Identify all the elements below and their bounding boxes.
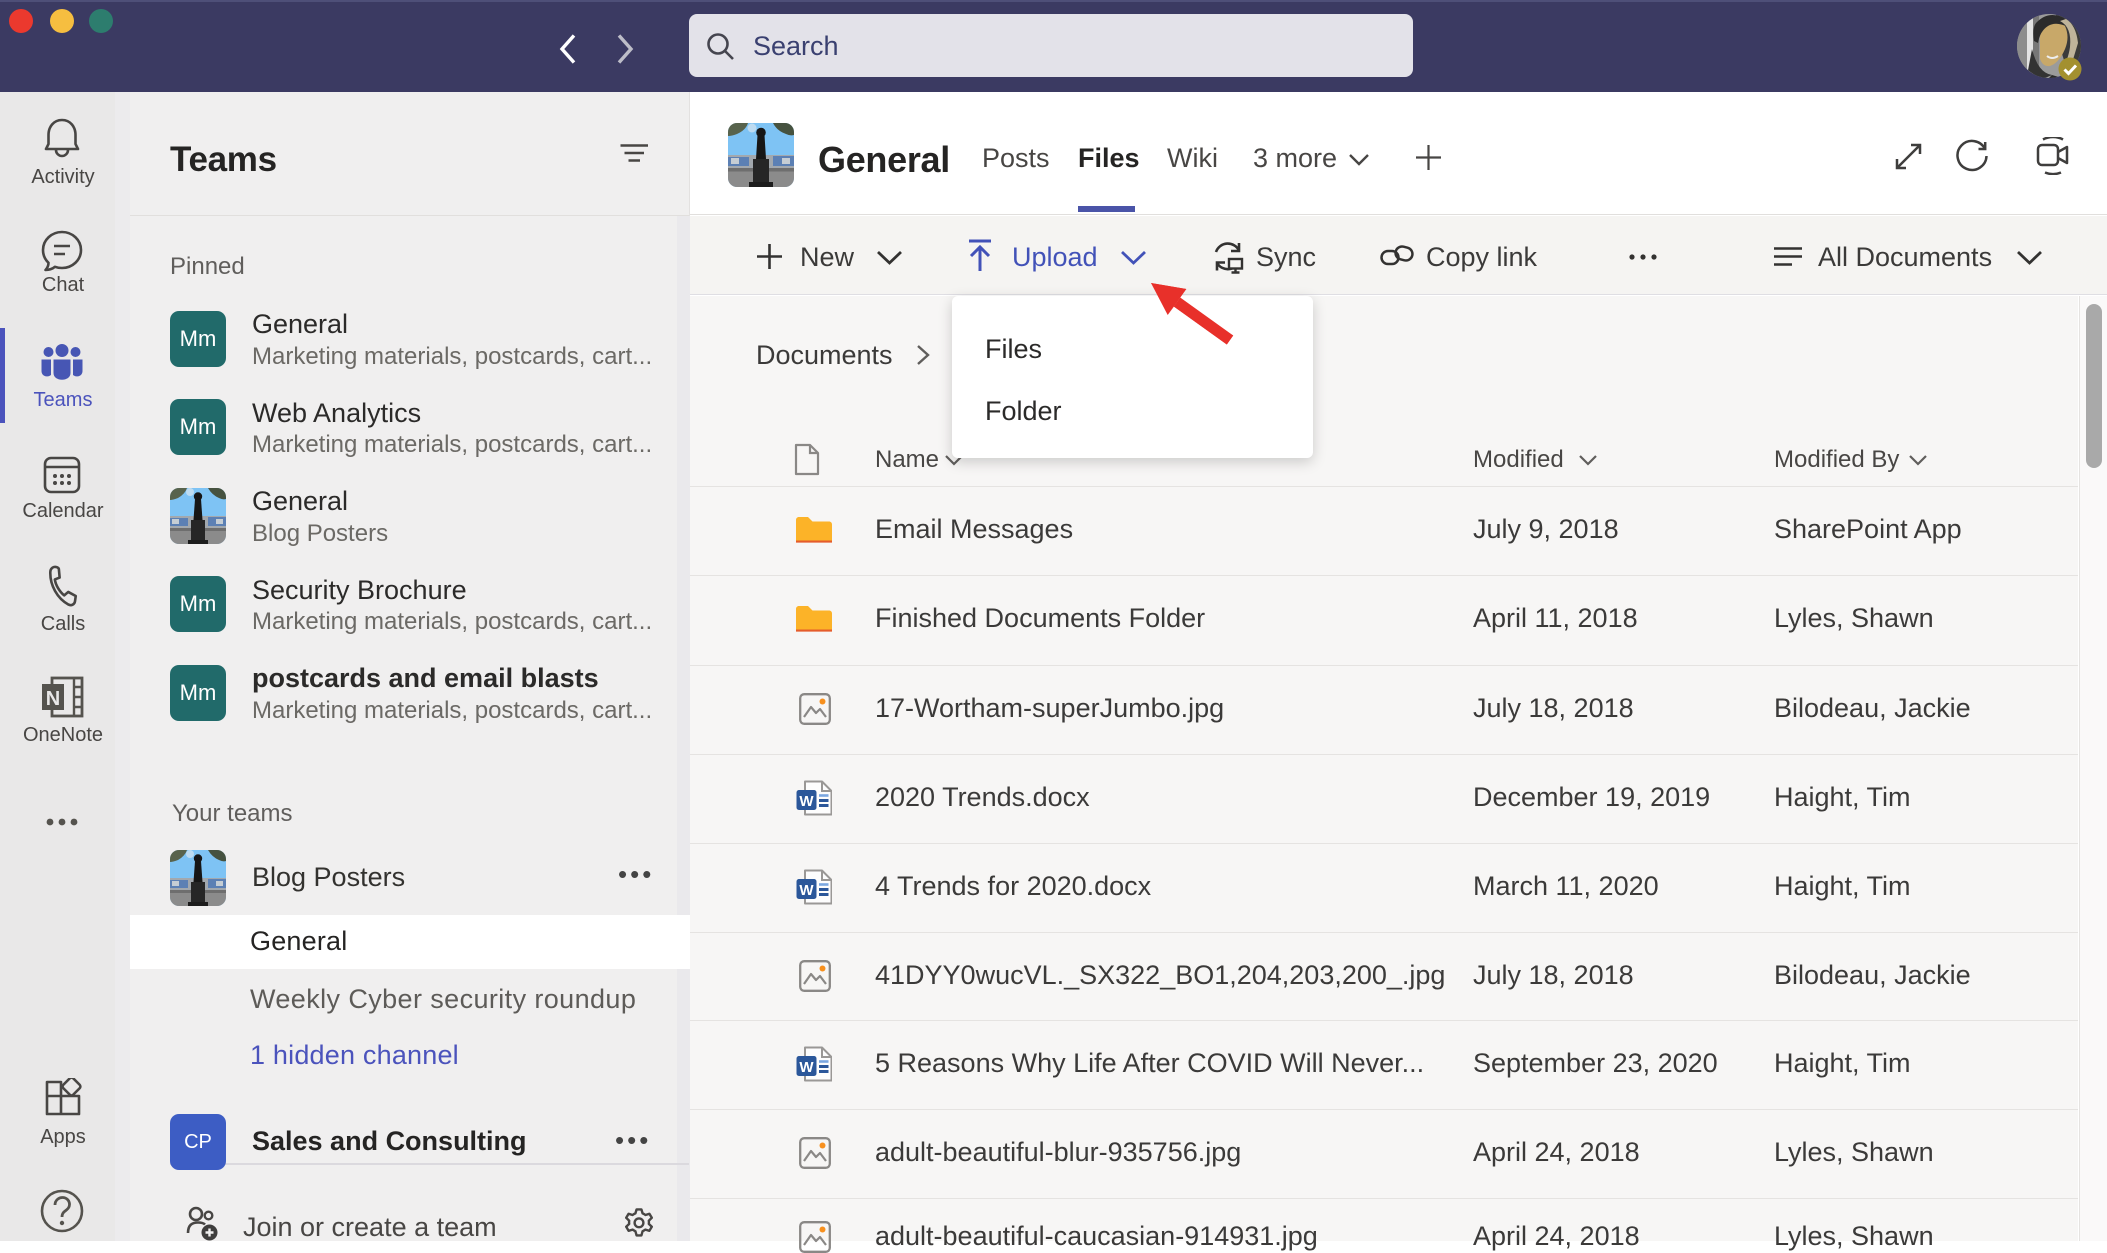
svg-text:N: N xyxy=(46,688,60,710)
